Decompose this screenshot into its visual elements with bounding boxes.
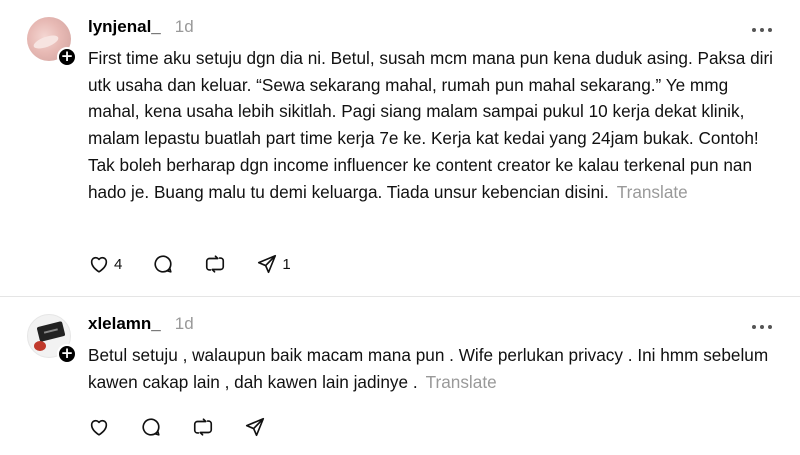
repost-icon <box>193 418 213 436</box>
share-count: 1 <box>282 255 291 273</box>
follow-plus-icon[interactable]: + <box>57 47 77 67</box>
action-bar <box>88 415 296 439</box>
timestamp: 1d <box>174 314 194 333</box>
share-button[interactable] <box>244 416 266 438</box>
avatar-graphic <box>34 341 46 351</box>
timestamp: 1d <box>174 17 194 36</box>
like-count: 4 <box>114 255 123 273</box>
reply-post: + xlelamn_ 1d Betul setuju , walaupun ba… <box>0 297 800 455</box>
dot <box>760 28 764 32</box>
comment-button[interactable] <box>140 416 162 438</box>
heart-icon <box>90 256 108 273</box>
comment-icon <box>154 255 172 273</box>
repost-button[interactable] <box>192 416 214 438</box>
post-text: Betul setuju , walaupun baik macam mana … <box>88 342 778 395</box>
translate-link[interactable]: Translate <box>426 372 497 392</box>
share-button[interactable]: 1 <box>256 253 291 275</box>
avatar-container[interactable]: + <box>27 17 77 67</box>
username[interactable]: lynjenal_ <box>88 17 161 37</box>
avatar-container[interactable]: + <box>27 314 77 364</box>
dot <box>752 325 756 329</box>
share-icon <box>258 254 277 274</box>
translate-link[interactable]: Translate <box>617 182 688 202</box>
more-options-icon[interactable] <box>752 317 772 337</box>
repost-button[interactable] <box>204 253 226 275</box>
post-text: First time aku setuju dgn dia ni. Betul,… <box>88 45 778 205</box>
repost-icon <box>206 255 225 273</box>
dot <box>752 28 756 32</box>
reply-post: + lynjenal_ 1d First time aku setuju dgn… <box>0 0 800 296</box>
follow-plus-icon[interactable]: + <box>57 344 77 364</box>
dot <box>768 325 772 329</box>
more-options-icon[interactable] <box>752 20 772 40</box>
action-bar: 4 1 <box>88 252 321 276</box>
share-icon <box>245 417 265 437</box>
comment-icon <box>142 418 160 436</box>
like-button[interactable]: 4 <box>88 253 122 275</box>
heart-icon <box>90 419 108 436</box>
post-body: First time aku setuju dgn dia ni. Betul,… <box>88 48 773 202</box>
avatar-graphic <box>36 321 66 342</box>
post-header: xlelamn_ 1d <box>88 314 194 336</box>
like-button[interactable] <box>88 416 110 438</box>
dot <box>768 28 772 32</box>
dot <box>760 325 764 329</box>
post-header: lynjenal_ 1d <box>88 17 194 39</box>
username[interactable]: xlelamn_ <box>88 314 161 334</box>
comment-button[interactable] <box>152 253 174 275</box>
